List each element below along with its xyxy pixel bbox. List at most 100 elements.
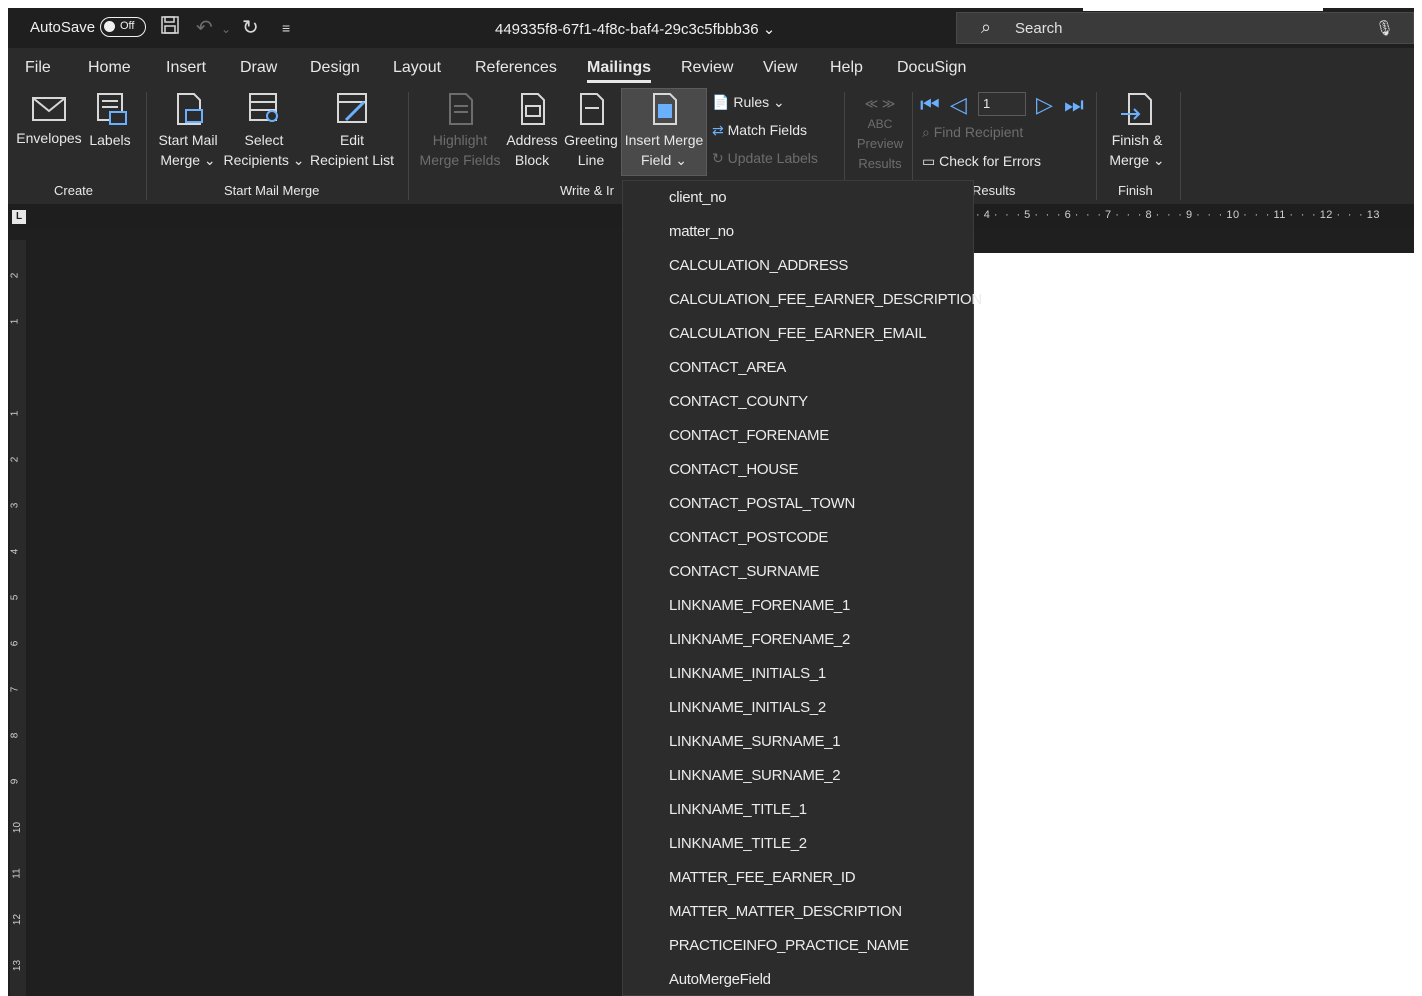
greeting-line-icon	[580, 93, 604, 125]
merge-field-item[interactable]: MATTER_MATTER_DESCRIPTION	[669, 903, 902, 920]
merge-field-item[interactable]: LINKNAME_INITIALS_2	[669, 699, 826, 716]
merge-field-item[interactable]: LINKNAME_SURNAME_1	[669, 733, 841, 750]
match-fields-button[interactable]: ⇄ Match Fields	[712, 122, 807, 139]
merge-field-item[interactable]: CONTACT_HOUSE	[669, 461, 798, 478]
merge-field-item[interactable]: CONTACT_AREA	[669, 359, 786, 376]
title-bar-strip	[1083, 8, 1323, 11]
tab-layout[interactable]: Layout	[393, 59, 441, 77]
highlight-merge-fields-button[interactable]: Highlight Merge Fields	[418, 92, 502, 170]
previous-record-icon[interactable]: ◁	[950, 92, 967, 118]
finish-merge-button[interactable]: Finish & Merge ⌄	[1102, 92, 1172, 170]
merge-field-item[interactable]: CALCULATION_FEE_EARNER_DESCRIPTION	[669, 291, 982, 308]
merge-field-item[interactable]: LINKNAME_SURNAME_2	[669, 767, 841, 784]
select-recipients-icon	[249, 93, 278, 122]
merge-field-item[interactable]: AutoMergeField	[669, 971, 771, 988]
merge-field-item[interactable]: CONTACT_POSTAL_TOWN	[669, 495, 855, 512]
edit-recipient-list-button[interactable]: Edit Recipient List	[306, 92, 398, 170]
undo-dropdown-icon[interactable]: ⌄	[221, 22, 231, 36]
find-recipient-icon: ⌕	[922, 124, 930, 140]
update-labels-button[interactable]: ↻ Update Labels	[712, 150, 818, 167]
vertical-ruler-number: 7	[9, 686, 21, 693]
insert-merge-field-menu: client_no matter_no CALCULATION_ADDRESS CAL…	[622, 180, 982, 996]
tab-stop-selector[interactable]: L	[12, 210, 26, 224]
insert-merge-field-button[interactable]: Insert Merge Field ⌄	[621, 92, 707, 170]
merge-field-item[interactable]: LINKNAME_FORENAME_1	[669, 597, 850, 614]
merge-field-item[interactable]: LINKNAME_FORENAME_2	[669, 631, 850, 648]
merge-field-item[interactable]: CONTACT_FORENAME	[669, 427, 829, 444]
vertical-ruler-number: 11	[11, 868, 23, 879]
vertical-ruler-number: 3	[9, 502, 21, 509]
merge-field-item[interactable]: CONTACT_COUNTY	[669, 393, 808, 410]
tab-home[interactable]: Home	[88, 59, 131, 77]
vertical-ruler-number: 4	[9, 548, 21, 555]
merge-field-item[interactable]: CALCULATION_FEE_EARNER_EMAIL	[669, 325, 927, 342]
merge-field-item[interactable]: LINKNAME_INITIALS_1	[669, 665, 826, 682]
envelopes-button[interactable]: Envelopes	[16, 94, 82, 148]
merge-field-item[interactable]: LINKNAME_TITLE_1	[669, 801, 807, 818]
rules-icon: 📄	[712, 94, 730, 110]
tab-file[interactable]: File	[25, 59, 51, 77]
select-recipients-button[interactable]: Select Recipients ⌄	[222, 92, 306, 170]
rules-button[interactable]: 📄 Rules ⌄	[712, 94, 785, 111]
start-mail-merge-label-1: Start Mail	[158, 132, 218, 148]
find-recipient-button[interactable]: ⌕ Find Recipient	[922, 124, 1023, 141]
group-create-label: Create	[54, 183, 94, 198]
document-title[interactable]: 449335f8-67f1-4f8c-baf4-29c3c5fbbb36 ⌄	[495, 20, 775, 38]
tab-design[interactable]: Design	[310, 59, 360, 77]
address-block-label-1: Address	[506, 132, 558, 148]
start-mail-merge-button[interactable]: Start Mail Merge ⌄	[154, 92, 222, 170]
tab-review[interactable]: Review	[681, 59, 733, 77]
autosave-toggle[interactable]: Off	[100, 17, 146, 37]
merge-field-item[interactable]: PRACTICEINFO_PRACTICE_NAME	[669, 937, 909, 954]
save-icon[interactable]	[160, 15, 180, 41]
vertical-ruler-number: 8	[9, 732, 21, 739]
merge-field-item[interactable]: MATTER_FEE_EARNER_ID	[669, 869, 856, 886]
edit-recipient-list-label-1: Edit	[339, 132, 365, 148]
group-divider	[1096, 92, 1097, 200]
first-record-icon[interactable]: ⏮	[920, 92, 940, 118]
envelopes-label: Envelopes	[16, 130, 82, 146]
chevron-down-icon: ⌄	[203, 152, 216, 168]
finish-merge-icon	[1121, 93, 1152, 125]
customize-qat-icon[interactable]: ≡	[282, 20, 290, 36]
chevron-down-icon: ⌄	[773, 94, 785, 110]
group-finish-label: Finish	[1118, 183, 1153, 198]
record-number-input[interactable]: 1	[978, 92, 1026, 116]
merge-field-item[interactable]: matter_no	[669, 223, 734, 240]
merge-field-item[interactable]: CONTACT_SURNAME	[669, 563, 820, 580]
merge-field-item[interactable]: LINKNAME_TITLE_2	[669, 835, 807, 852]
chevron-down-icon: ⌄	[292, 152, 305, 168]
merge-field-item[interactable]: CALCULATION_ADDRESS	[669, 257, 848, 274]
tab-mailings[interactable]: Mailings	[587, 59, 652, 83]
group-write-insert-label: Write & Ir	[560, 183, 614, 198]
microphone-icon[interactable]: 🎙	[1375, 19, 1394, 37]
insert-merge-field-icon	[653, 93, 677, 125]
check-for-errors-button[interactable]: ▭ Check for Errors	[922, 153, 1041, 170]
vertical-ruler-number: 6	[9, 640, 21, 647]
vertical-ruler-labels: 2 1 1 2 3 4 5 6 7 8 9 10 11 12 13	[9, 240, 26, 996]
next-record-icon[interactable]: ▷	[1036, 92, 1053, 118]
tab-insert[interactable]: Insert	[166, 59, 206, 77]
undo-icon[interactable]: ↶	[196, 15, 213, 40]
start-mail-merge-icon	[177, 93, 203, 125]
preview-results-button[interactable]: ≪ ≫ ABC Preview Results	[848, 94, 912, 174]
redo-icon[interactable]: ↻	[242, 15, 259, 40]
tab-help[interactable]: Help	[830, 59, 863, 77]
merge-field-item[interactable]: CONTACT_POSTCODE	[669, 529, 828, 546]
title-bar: AutoSave Off ↶ ⌄ ↻ ≡ 449335f8-67f1-4f8c-…	[8, 8, 1414, 48]
vertical-ruler: 2 1 1 2 3 4 5 6 7 8 9 10 11 12 13	[9, 240, 26, 996]
select-recipients-label-2: Recipients	[223, 152, 289, 168]
tab-references[interactable]: References	[475, 59, 557, 77]
search-box[interactable]: ⌕ Search 🎙	[956, 12, 1414, 44]
labels-button[interactable]: Labels	[86, 92, 134, 150]
merge-field-item[interactable]: client_no	[669, 189, 727, 206]
address-block-button[interactable]: Address Block	[504, 92, 560, 170]
tab-draw[interactable]: Draw	[240, 59, 277, 77]
address-block-icon	[521, 93, 545, 125]
document-page[interactable]	[974, 253, 1414, 996]
chevron-down-icon: ⌄	[762, 21, 776, 38]
greeting-line-button[interactable]: Greeting Line	[562, 92, 620, 170]
tab-docusign[interactable]: DocuSign	[897, 59, 966, 77]
tab-view[interactable]: View	[763, 59, 797, 77]
last-record-icon[interactable]: ⏭	[1064, 92, 1084, 118]
